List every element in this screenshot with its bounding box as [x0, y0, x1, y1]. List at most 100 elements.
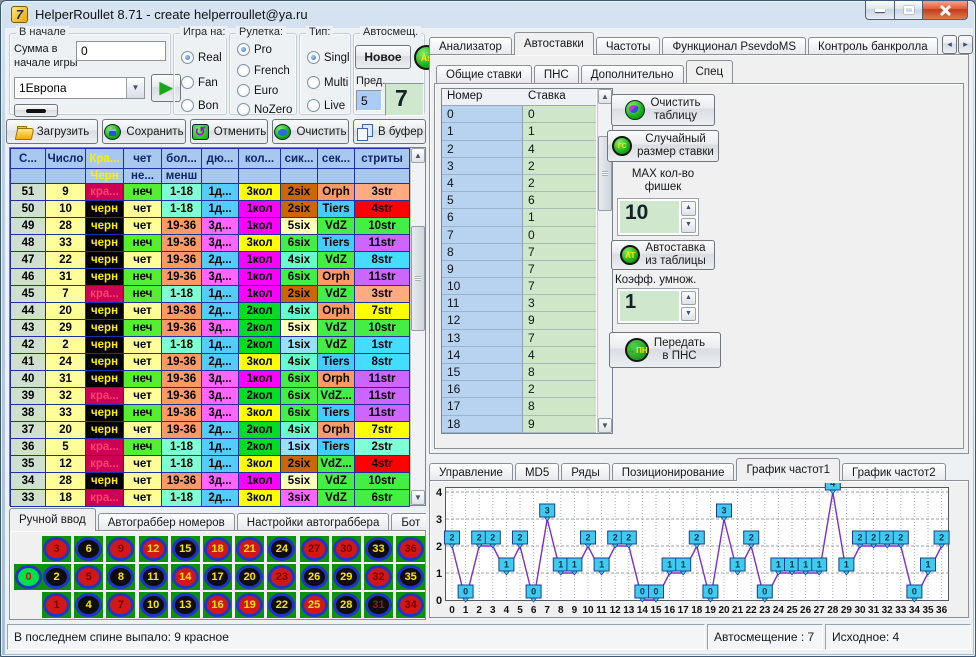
roulette-number-9[interactable]: 9: [106, 536, 135, 562]
bet-number-cell[interactable]: 10: [442, 278, 523, 295]
history-cell[interactable]: VdZ: [318, 473, 354, 489]
history-cell[interactable]: 2кол: [239, 320, 280, 336]
stepper-up-icon[interactable]: ▲: [681, 291, 696, 305]
history-cell[interactable]: 33: [46, 405, 85, 421]
history-cell[interactable]: 19-36: [162, 252, 201, 268]
roulette-number-10[interactable]: 10: [139, 592, 168, 618]
history-cell[interactable]: 1-18: [162, 201, 201, 217]
history-cell[interactable]: 2str: [355, 439, 409, 455]
history-cell[interactable]: 19-36: [162, 303, 201, 319]
history-cell[interactable]: 3кол: [239, 184, 280, 200]
stepper-down-icon[interactable]: ▼: [681, 218, 696, 233]
history-cell[interactable]: 10str: [355, 320, 409, 336]
history-cell[interactable]: 1д...: [202, 456, 238, 472]
history-cell[interactable]: 2д...: [202, 252, 238, 268]
history-cell[interactable]: 11str: [355, 388, 409, 404]
maximize-button[interactable]: [895, 1, 923, 20]
roulette-number-30[interactable]: 30: [332, 536, 361, 562]
history-cell[interactable]: 2six: [281, 286, 317, 302]
bet-number-cell[interactable]: 2: [442, 141, 523, 158]
history-cell[interactable]: 28: [46, 473, 85, 489]
stepper-down-icon[interactable]: ▼: [681, 307, 696, 321]
history-cell[interactable]: черн: [86, 422, 123, 438]
bet-stake-cell[interactable]: 2: [523, 381, 596, 398]
bet-number-cell[interactable]: 7: [442, 227, 523, 244]
scroll-up-icon[interactable]: ▲: [598, 89, 612, 104]
history-cell[interactable]: 3кол: [239, 456, 280, 472]
history-cell[interactable]: 31: [46, 371, 85, 387]
bet-stake-cell[interactable]: 6: [523, 192, 596, 209]
history-cell[interactable]: 3д...: [202, 388, 238, 404]
history-cell[interactable]: 38: [11, 405, 45, 421]
roulette-number-20[interactable]: 20: [235, 564, 264, 590]
history-cell[interactable]: 4six: [281, 252, 317, 268]
history-cell[interactable]: 1д...: [202, 439, 238, 455]
tab-функционал-psevdoms[interactable]: Функционал PsevdoMS: [662, 37, 806, 55]
history-cell[interactable]: 1д...: [202, 184, 238, 200]
radio-euro[interactable]: Euro: [237, 84, 278, 97]
history-cell[interactable]: 2six: [281, 456, 317, 472]
history-cell[interactable]: 1six: [281, 439, 317, 455]
tab-анализатор[interactable]: Анализатор: [429, 37, 512, 55]
history-cell[interactable]: 2кол: [239, 388, 280, 404]
history-cell[interactable]: 8str: [355, 252, 409, 268]
roulette-number-3[interactable]: 3: [42, 536, 71, 562]
history-cell[interactable]: 41: [11, 354, 45, 370]
history-cell[interactable]: 4str: [355, 456, 409, 472]
history-cell[interactable]: Tiers: [318, 354, 354, 370]
history-cell[interactable]: 4six: [281, 422, 317, 438]
roulette-number-21[interactable]: 21: [235, 536, 264, 562]
roulette-number-22[interactable]: 22: [267, 592, 296, 618]
scroll-up-icon[interactable]: ▲: [411, 148, 425, 163]
history-cell[interactable]: 31: [46, 269, 85, 285]
random-stake-button[interactable]: ГС Случайныйразмер ставки: [607, 130, 719, 162]
history-cell[interactable]: 19-36: [162, 218, 201, 234]
history-cell[interactable]: 4six: [281, 303, 317, 319]
history-cell[interactable]: 18: [46, 490, 85, 506]
radio-singl[interactable]: Singl: [307, 51, 350, 64]
roulette-number-34[interactable]: 34: [396, 592, 425, 618]
start-sum-input[interactable]: [76, 41, 166, 61]
roulette-number-35[interactable]: 35: [396, 564, 425, 590]
history-cell[interactable]: 19-36: [162, 354, 201, 370]
bet-stake-cell[interactable]: 9: [523, 312, 596, 329]
bet-number-cell[interactable]: 13: [442, 330, 523, 347]
roulette-number-18[interactable]: 18: [203, 536, 232, 562]
history-cell[interactable]: 2кол: [239, 422, 280, 438]
bet-stake-cell[interactable]: 8: [523, 398, 596, 415]
history-cell[interactable]: 1кол: [239, 286, 280, 302]
history-cell[interactable]: 3кол: [239, 235, 280, 251]
history-cell[interactable]: 3str: [355, 286, 409, 302]
history-cell[interactable]: 8str: [355, 354, 409, 370]
history-cell[interactable]: 40: [11, 371, 45, 387]
history-cell[interactable]: Tiers: [318, 405, 354, 421]
bet-stake-cell[interactable]: 2: [523, 158, 596, 175]
bet-stake-cell[interactable]: 7: [523, 261, 596, 278]
roulette-number-28[interactable]: 28: [332, 592, 361, 618]
history-cell[interactable]: кра...: [86, 388, 123, 404]
history-cell[interactable]: 50: [11, 201, 45, 217]
send-to-pns-button[interactable]: ПН Передатьв ПНС: [609, 332, 721, 368]
history-cell[interactable]: 19-36: [162, 405, 201, 421]
history-cell[interactable]: 10str: [355, 473, 409, 489]
history-cell[interactable]: Tiers: [318, 235, 354, 251]
history-cell[interactable]: Tiers: [318, 439, 354, 455]
history-cell[interactable]: неч: [124, 439, 161, 455]
history-cell[interactable]: 51: [11, 184, 45, 200]
bet-number-cell[interactable]: 0: [442, 106, 523, 123]
history-cell[interactable]: 2six: [281, 184, 317, 200]
history-cell[interactable]: неч: [124, 371, 161, 387]
history-cell[interactable]: 2д...: [202, 490, 238, 506]
history-cell[interactable]: 1кол: [239, 252, 280, 268]
tab-scroll-left-button[interactable]: ◂: [942, 35, 957, 54]
bet-stake-cell[interactable]: 3: [523, 295, 596, 312]
history-cell[interactable]: 2д...: [202, 303, 238, 319]
bet-stake-cell[interactable]: 9: [523, 416, 596, 433]
history-cell[interactable]: чет: [124, 201, 161, 217]
history-cell[interactable]: 10str: [355, 218, 409, 234]
roulette-number-26[interactable]: 26: [300, 564, 329, 590]
radio-real[interactable]: Real: [181, 51, 222, 64]
roulette-number-0[interactable]: 0: [14, 564, 43, 590]
history-cell[interactable]: 7str: [355, 422, 409, 438]
history-cell[interactable]: VdZ: [318, 218, 354, 234]
